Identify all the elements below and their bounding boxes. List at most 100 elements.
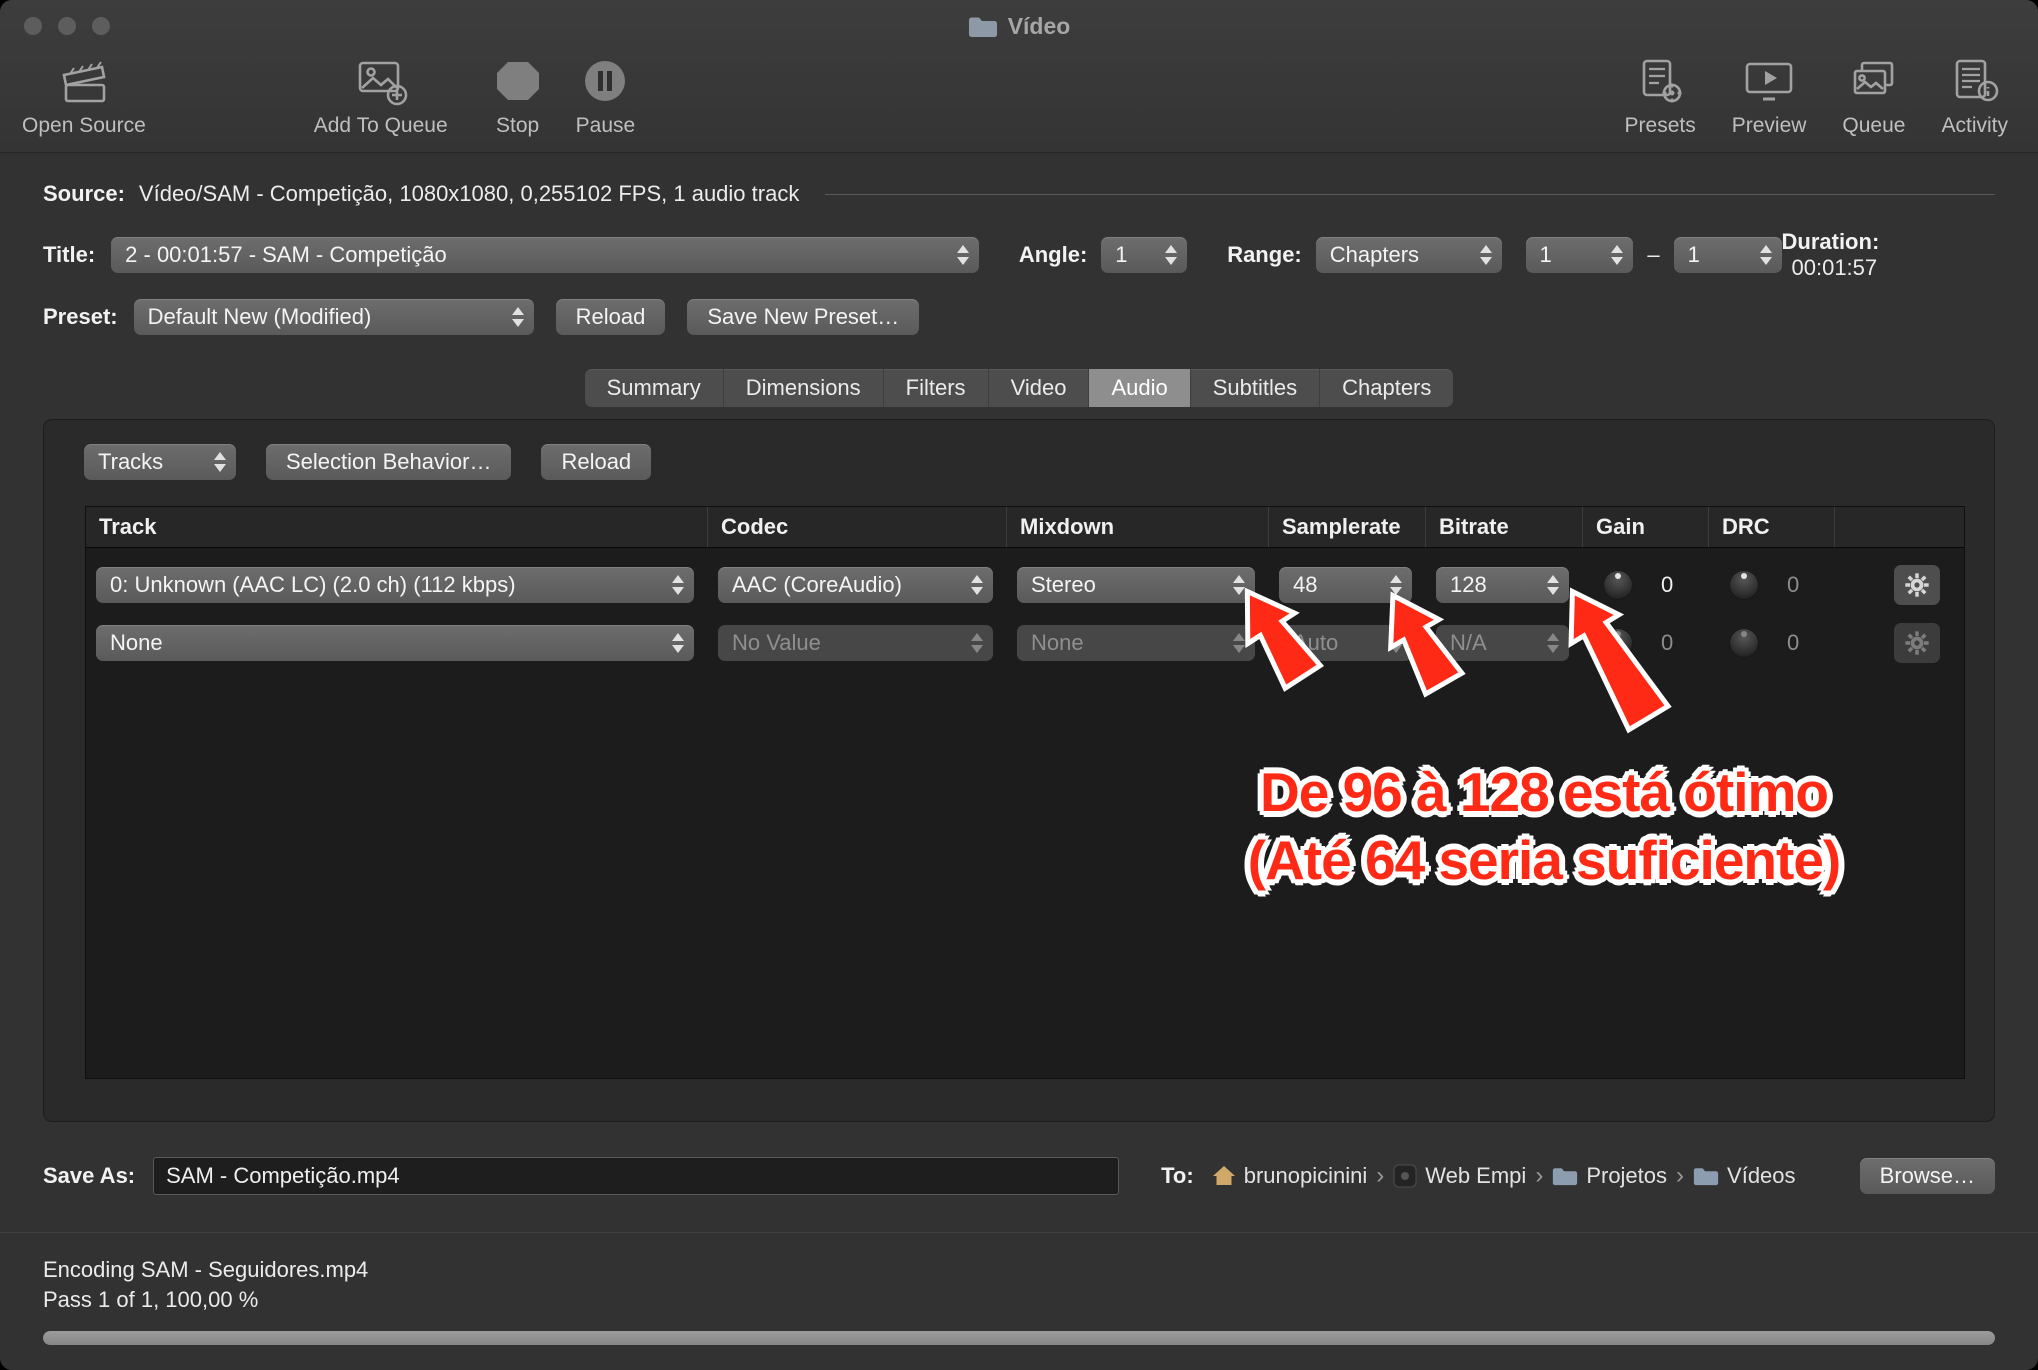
- activity-button[interactable]: Activity: [1941, 54, 2008, 138]
- stepper-arrows-icon: [971, 575, 983, 595]
- traffic-lights: [24, 17, 110, 35]
- angle-label: Angle:: [1019, 242, 1087, 268]
- tab-filters[interactable]: Filters: [884, 369, 989, 407]
- presets-document-icon: [1632, 54, 1688, 110]
- presets-button[interactable]: Presets: [1625, 54, 1696, 138]
- angle-select[interactable]: 1: [1101, 237, 1187, 273]
- samplerate-select[interactable]: 48: [1279, 567, 1412, 603]
- annotation-line-2: (Até 64 seria suficiente): [1224, 826, 1864, 894]
- pause-button[interactable]: Pause: [576, 54, 636, 138]
- stepper-arrows-icon: [1165, 245, 1177, 265]
- path-item-home[interactable]: brunopicinini: [1212, 1163, 1368, 1189]
- audio-track-row-1: 0: Unknown (AAC LC) (2.0 ch) (112 kbps) …: [86, 556, 1964, 614]
- queue-label: Queue: [1842, 114, 1905, 138]
- tab-subtitles[interactable]: Subtitles: [1191, 369, 1320, 407]
- stepper-arrows-icon: [1760, 245, 1772, 265]
- duration-group: Duration: 00:01:57: [1782, 229, 1996, 281]
- status-line-2: Pass 1 of 1, 100,00 %: [43, 1285, 1995, 1315]
- column-header-bitrate: Bitrate: [1426, 507, 1583, 547]
- save-new-preset-button[interactable]: Save New Preset…: [687, 299, 919, 335]
- pause-icon: [580, 54, 630, 110]
- zoom-window-button[interactable]: [92, 17, 110, 35]
- save-as-label: Save As:: [43, 1163, 135, 1189]
- titlebar: Vídeo: [0, 0, 2038, 52]
- range-end-select[interactable]: 1: [1674, 237, 1782, 273]
- path-item-projetos[interactable]: Projetos: [1552, 1163, 1667, 1189]
- stepper-arrows-icon: [971, 633, 983, 653]
- toolbar-right-group: Presets Preview Queue: [1625, 54, 2008, 138]
- column-header-samplerate: Samplerate: [1269, 507, 1426, 547]
- audio-panel-controls: Tracks Selection Behavior… Reload: [44, 420, 1994, 480]
- handbrake-window: Vídeo Open Source Add To Queue: [0, 0, 2038, 1370]
- duration-label: Duration:: [1782, 229, 1880, 254]
- drc-knob-disabled: [1729, 628, 1759, 658]
- column-header-settings: [1835, 507, 1964, 547]
- path-label: Web Empi: [1425, 1163, 1526, 1189]
- window-chrome: Vídeo Open Source Add To Queue: [0, 0, 2038, 153]
- mixdown-select[interactable]: Stereo: [1017, 567, 1255, 603]
- browse-button[interactable]: Browse…: [1860, 1158, 1995, 1194]
- preset-select[interactable]: Default New (Modified): [134, 299, 534, 335]
- path-item-videos[interactable]: Vídeos: [1693, 1163, 1796, 1189]
- column-header-codec: Codec: [708, 507, 1007, 547]
- pause-label: Pause: [576, 114, 636, 138]
- close-window-button[interactable]: [24, 17, 42, 35]
- open-source-label: Open Source: [22, 114, 146, 138]
- path-separator: ›: [1535, 1162, 1543, 1190]
- title-select[interactable]: 2 - 00:01:57 - SAM - Competição: [111, 237, 979, 273]
- save-filename-input[interactable]: [153, 1157, 1119, 1195]
- column-header-gain: Gain: [1583, 507, 1709, 547]
- stepper-arrows-icon: [957, 245, 969, 265]
- range-start-select[interactable]: 1: [1526, 237, 1634, 273]
- audio-reload-button[interactable]: Reload: [541, 444, 651, 480]
- tab-bar-wrap: Summary Dimensions Filters Video Audio S…: [0, 369, 2038, 407]
- presets-label: Presets: [1625, 114, 1696, 138]
- folder-icon: [1552, 1166, 1578, 1186]
- app-icon: [1393, 1164, 1417, 1188]
- path-item-webempire[interactable]: Web Empi: [1393, 1163, 1526, 1189]
- stepper-arrows-icon: [1547, 633, 1559, 653]
- codec-select[interactable]: AAC (CoreAudio): [718, 567, 993, 603]
- track-select-none[interactable]: None: [96, 625, 694, 661]
- column-header-drc: DRC: [1709, 507, 1835, 547]
- stepper-arrows-icon: [1390, 575, 1402, 595]
- source-divider-line: [825, 194, 1995, 195]
- tab-chapters[interactable]: Chapters: [1320, 369, 1453, 407]
- column-header-track: Track: [86, 507, 708, 547]
- folder-icon: [968, 15, 998, 38]
- path-label: brunopicinini: [1244, 1163, 1368, 1189]
- gain-knob[interactable]: [1603, 570, 1633, 600]
- tracks-dropdown[interactable]: Tracks: [84, 444, 236, 480]
- tab-video[interactable]: Video: [989, 369, 1090, 407]
- range-type-select[interactable]: Chapters: [1316, 237, 1502, 273]
- tab-audio[interactable]: Audio: [1089, 369, 1190, 407]
- tab-summary[interactable]: Summary: [585, 369, 724, 407]
- to-label: To:: [1161, 1163, 1194, 1189]
- stepper-arrows-icon: [512, 307, 524, 327]
- progress-fill: [43, 1331, 1995, 1345]
- bitrate-select[interactable]: 128: [1436, 567, 1569, 603]
- queue-button[interactable]: Queue: [1842, 54, 1905, 138]
- track-select[interactable]: 0: Unknown (AAC LC) (2.0 ch) (112 kbps): [96, 567, 694, 603]
- drc-knob[interactable]: [1729, 570, 1759, 600]
- tab-dimensions[interactable]: Dimensions: [724, 369, 884, 407]
- preview-button[interactable]: Preview: [1732, 54, 1807, 138]
- minimize-window-button[interactable]: [58, 17, 76, 35]
- reload-preset-button[interactable]: Reload: [556, 299, 666, 335]
- gear-icon: [1903, 571, 1931, 599]
- path-separator: ›: [1676, 1162, 1684, 1190]
- stepper-arrows-icon: [1480, 245, 1492, 265]
- gear-icon: [1903, 629, 1931, 657]
- preset-label: Preset:: [43, 304, 118, 330]
- open-source-button[interactable]: Open Source: [22, 54, 146, 138]
- stop-button[interactable]: Stop: [492, 54, 544, 138]
- audio-track-row-2: None No Value None: [86, 614, 1964, 672]
- activity-document-icon: [1947, 54, 2003, 110]
- track-settings-button[interactable]: [1894, 565, 1940, 605]
- source-row: Source: Vídeo/SAM - Competição, 1080x108…: [0, 179, 2038, 209]
- source-label: Source:: [43, 181, 125, 207]
- range-dash: –: [1647, 242, 1659, 268]
- add-to-queue-button[interactable]: Add To Queue: [314, 54, 448, 138]
- title-row: Title: 2 - 00:01:57 - SAM - Competição A…: [0, 237, 2038, 273]
- selection-behavior-button[interactable]: Selection Behavior…: [266, 444, 511, 480]
